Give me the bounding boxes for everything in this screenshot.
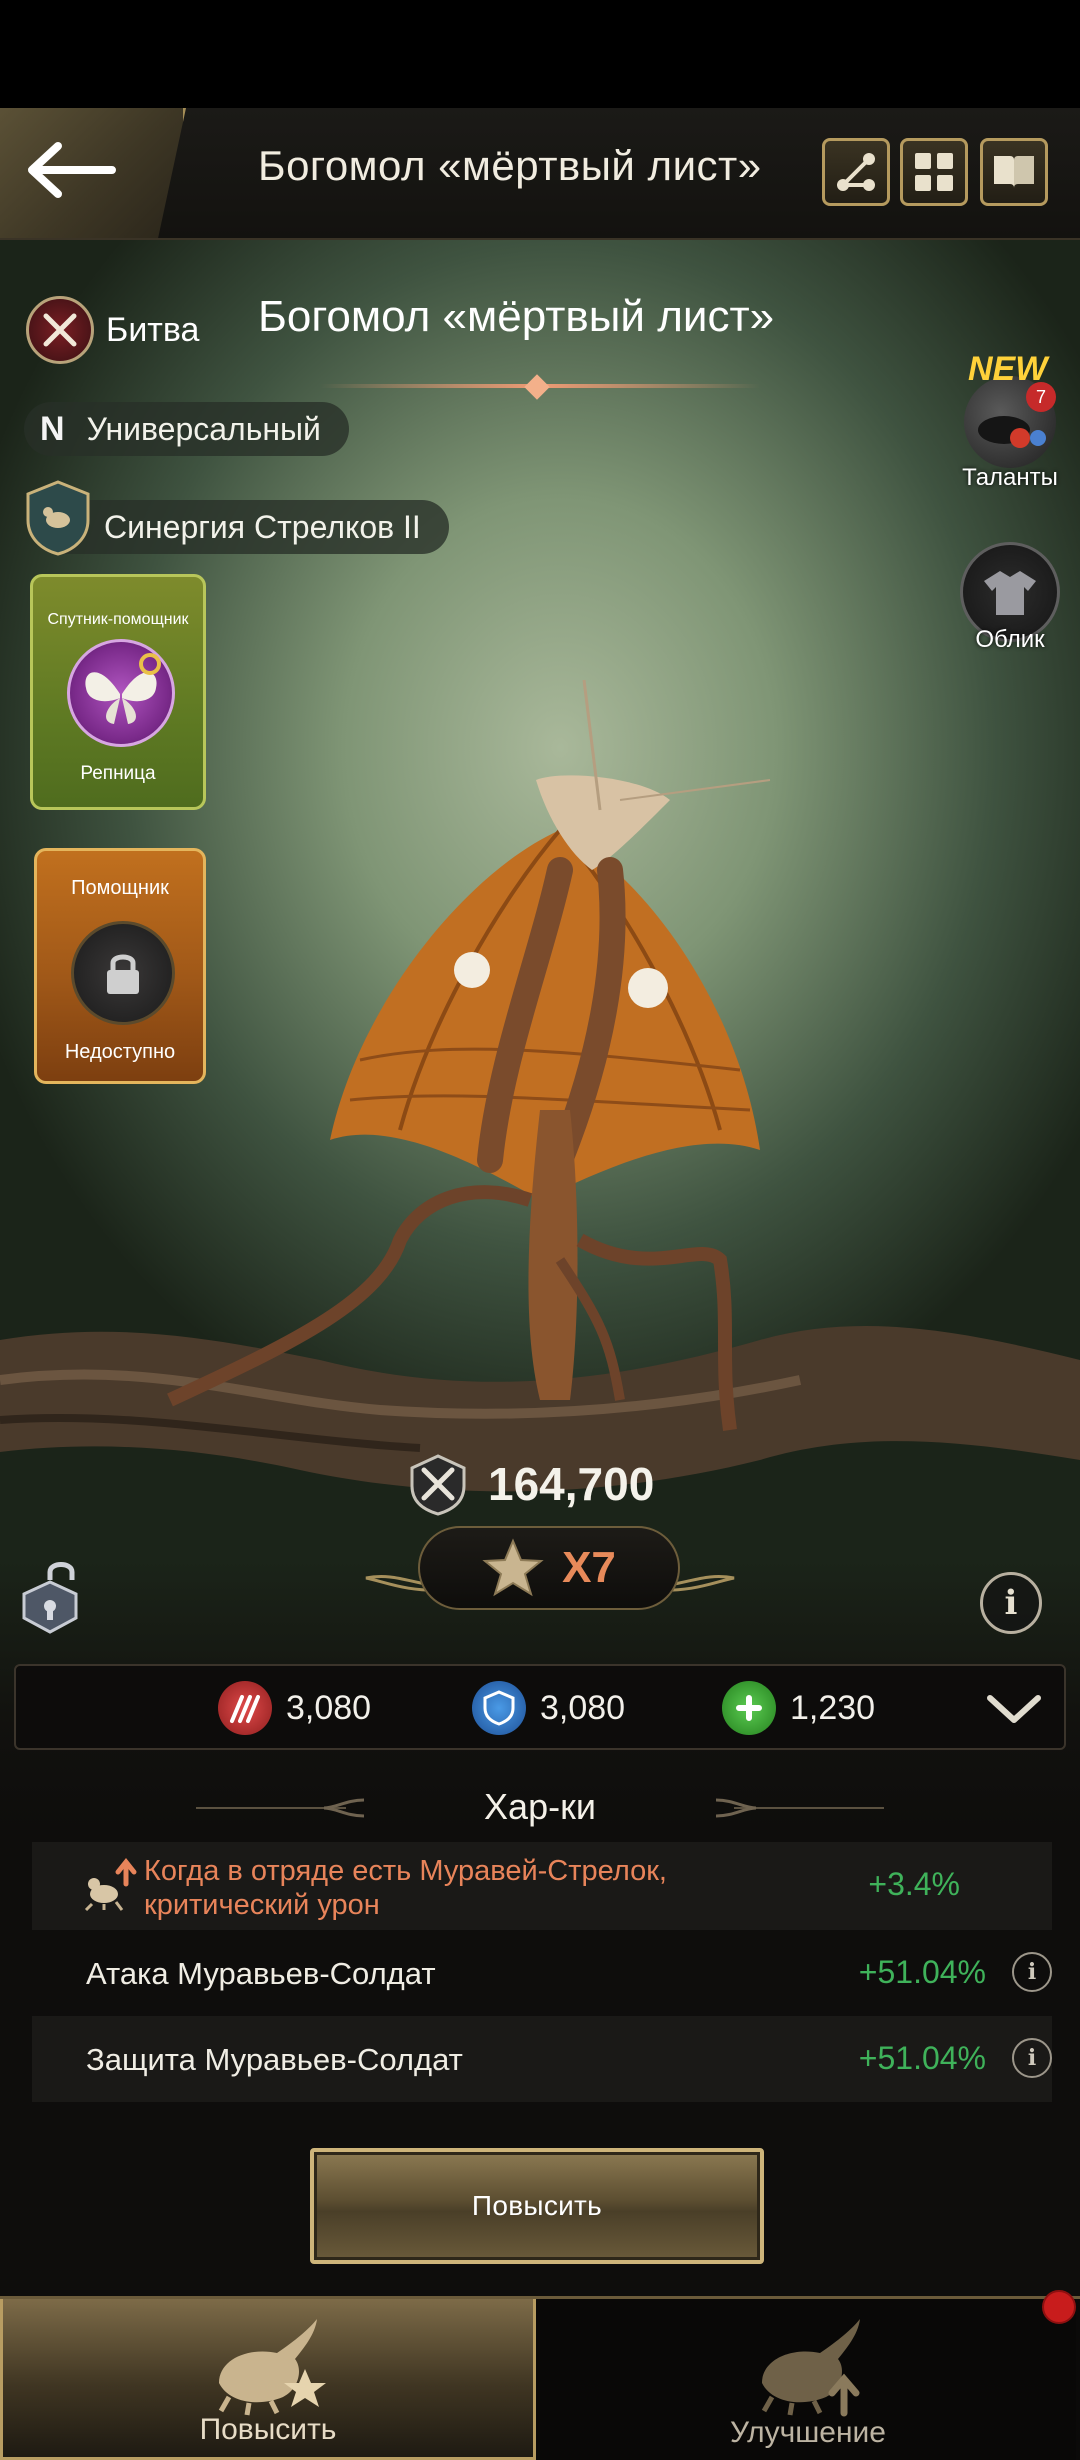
helper-card[interactable]: Помощник Недоступно <box>34 848 206 1084</box>
helper-lock <box>71 921 175 1025</box>
arrow-left-icon <box>28 142 116 198</box>
role-tag[interactable]: Битва <box>26 296 199 364</box>
type-label: Универсальный <box>86 410 321 447</box>
tab-upgrade-label: Улучшение <box>730 2416 886 2449</box>
beetle-star-icon <box>218 2319 326 2416</box>
characteristic-row: Когда в отряде есть Муравей-Стрелок, кри… <box>32 1842 1052 1930</box>
characteristic-value: +3.4% <box>868 1866 960 1902</box>
talents-button[interactable]: NEW 7 <box>958 350 1062 472</box>
characteristic-label: Атака Муравьев-Солдат <box>86 1956 436 1991</box>
tab-upgrade[interactable]: Улучшение <box>540 2299 1076 2460</box>
health-value: 1,230 <box>790 1688 876 1727</box>
info-icon[interactable]: i <box>1012 1952 1052 1992</box>
back-button[interactable] <box>0 108 186 238</box>
characteristic-value: +51.04% <box>858 2040 986 2076</box>
star-level-badge: X7 <box>418 1526 680 1610</box>
helper-satellite-card[interactable]: Спутник-помощник Репница <box>30 574 206 810</box>
helper-title: Помощник <box>71 877 169 899</box>
helper-satellite-title: Спутник-помощник <box>47 611 189 628</box>
butterfly-portrait <box>67 639 175 747</box>
status-bar <box>0 0 1080 108</box>
attack-icon <box>218 1681 272 1735</box>
attack-value: 3,080 <box>286 1688 372 1727</box>
encyclopedia-button[interactable] <box>980 138 1048 206</box>
talents-label: Таланты <box>962 464 1058 491</box>
chevron-down-icon[interactable] <box>984 1690 1044 1726</box>
characteristic-row: Защита Муравьев-Солдат +51.04% i <box>32 2016 1052 2102</box>
section-ornament-right <box>715 1798 884 1818</box>
share-graph-icon <box>837 153 875 191</box>
health-stat: 1,230 <box>722 1678 875 1738</box>
ant-shield-icon <box>26 480 90 556</box>
characteristic-value: +51.04% <box>858 1954 986 1990</box>
unit-name: Богомол «мёртвый лист» <box>258 292 775 341</box>
header-title: Богомол «мёртвый лист» <box>258 142 762 189</box>
tab-promote-label: Повысить <box>199 2413 337 2446</box>
power-icon <box>410 1454 466 1516</box>
star-icon <box>482 1538 544 1597</box>
top-header: Богомол «мёртвый лист» <box>0 108 1080 240</box>
star-level-value: X7 <box>562 1543 616 1592</box>
synergy-label: Синергия Стрелков II <box>104 508 421 545</box>
stats-bar[interactable]: 3,080 3,080 1,230 <box>14 1664 1066 1750</box>
lock-icon <box>107 954 139 994</box>
skin-label: Облик <box>975 626 1045 653</box>
book-icon <box>994 156 1034 188</box>
health-icon <box>722 1681 776 1735</box>
role-label: Битва <box>106 310 200 349</box>
beetle-arrow-icon <box>761 2319 860 2417</box>
power-value: 164,700 <box>488 1458 655 1510</box>
helper-satellite-name: Репница <box>80 763 156 784</box>
characteristic-label: Защита Муравьев-Солдат <box>86 2042 463 2077</box>
shirt-icon <box>984 571 1036 615</box>
info-icon[interactable]: i <box>1012 2038 1052 2078</box>
defense-value: 3,080 <box>540 1688 626 1727</box>
power-display: 164,700 <box>406 1448 654 1520</box>
share-graph-button[interactable] <box>822 138 890 206</box>
type-tag[interactable]: N Универсальный <box>24 402 349 456</box>
unlock-icon[interactable] <box>20 1560 84 1634</box>
characteristic-label: Когда в отряде есть Муравей-Стрелок, кри… <box>144 1855 667 1921</box>
characteristics-title: Хар-ки <box>484 1786 596 1827</box>
tab-promote[interactable]: Повысить <box>0 2299 536 2460</box>
ant-arrow-icon <box>84 1858 137 1912</box>
defense-icon <box>472 1681 526 1735</box>
helper-status: Недоступно <box>64 1041 176 1063</box>
promote-button[interactable]: Повысить <box>310 2148 764 2264</box>
grid-icon <box>915 153 953 191</box>
grid-button[interactable] <box>900 138 968 206</box>
characteristic-row: Атака Муравьев-Солдат +51.04% i <box>32 1930 1052 2016</box>
bottom-tab-bar: Повысить Улучшение <box>0 2296 1080 2460</box>
notification-dot <box>1042 2290 1076 2324</box>
defense-stat: 3,080 <box>472 1678 625 1738</box>
butterfly-icon <box>85 653 161 724</box>
info-button[interactable]: i <box>980 1572 1042 1634</box>
talents-count-badge: 7 <box>1026 382 1056 412</box>
attack-stat: 3,080 <box>218 1678 371 1738</box>
type-letter: N <box>40 409 65 448</box>
synergy-tag[interactable]: Синергия Стрелков II <box>40 500 449 554</box>
crossed-swords-icon <box>26 296 94 364</box>
